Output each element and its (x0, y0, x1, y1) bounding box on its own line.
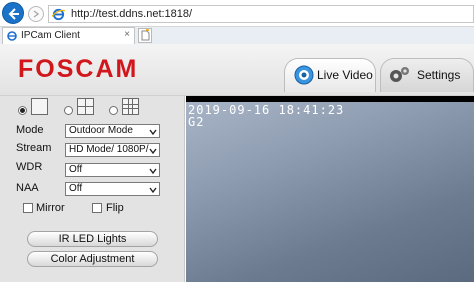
stream-label: Stream (16, 142, 52, 154)
mirror-checkbox[interactable] (23, 203, 33, 213)
arrow-left-icon (8, 8, 19, 20)
wdr-value: Off (69, 164, 83, 175)
new-tab-icon (141, 29, 150, 41)
stream-value: HD Mode/ 1080P/ 1 (69, 144, 149, 155)
settings-label: Settings (417, 68, 461, 82)
internet-explorer-icon (52, 8, 65, 21)
single-view-icon (31, 98, 48, 115)
naa-label: NAA (16, 182, 39, 194)
chevron-down-icon (149, 129, 157, 136)
color-adjustment-button[interactable]: Color Adjustment (27, 251, 158, 267)
live-video-label: Live Video (317, 68, 373, 82)
ir-led-lights-label: IR LED Lights (58, 233, 127, 245)
osd-timestamp: 2019-09-16 18:41:23 (188, 103, 345, 117)
chevron-down-icon (149, 168, 157, 175)
flip-label: Flip (106, 202, 124, 214)
gears-icon (390, 67, 409, 82)
wdr-select[interactable]: Off (65, 163, 160, 177)
stream-select[interactable]: HD Mode/ 1080P/ 1 (65, 143, 160, 157)
ir-led-lights-button[interactable]: IR LED Lights (27, 231, 158, 247)
tab-title: IPCam Client (21, 30, 80, 41)
quad-view-icon (77, 98, 94, 115)
layout-quad-radio[interactable] (64, 106, 73, 115)
forward-button[interactable] (28, 6, 44, 22)
back-button[interactable] (2, 2, 24, 24)
tab-strip: IPCam Client × (0, 26, 474, 45)
mode-label: Mode (16, 124, 44, 136)
url-field[interactable]: http://test.ddns.net:1818/ (48, 5, 474, 23)
wdr-label: WDR (16, 161, 43, 173)
video-border (186, 96, 474, 102)
mirror-label: Mirror (36, 202, 65, 214)
tab-settings[interactable]: Settings (380, 58, 474, 92)
mode-value: Outdoor Mode (69, 125, 133, 136)
new-tab-button[interactable] (138, 28, 152, 43)
flip-checkbox[interactable] (92, 203, 102, 213)
control-panel: Mode Outdoor Mode Stream HD Mode/ 1080P/… (0, 96, 185, 282)
foscam-logo: FOSCAM (18, 55, 139, 83)
nine-view-icon (122, 98, 139, 115)
mode-select[interactable]: Outdoor Mode (65, 124, 160, 138)
arrow-right-icon (33, 10, 40, 18)
chevron-down-icon (149, 148, 157, 155)
camera-icon (294, 65, 314, 85)
naa-select[interactable]: Off (65, 182, 160, 196)
url-text: http://test.ddns.net:1818/ (71, 8, 193, 20)
chevron-down-icon (149, 187, 157, 194)
app-header: FOSCAM Live Video Settings (0, 44, 474, 96)
live-video-feed[interactable]: 2019-09-16 18:41:23 G2 (186, 96, 474, 282)
tab-live-video[interactable]: Live Video (284, 58, 376, 92)
address-bar: http://test.ddns.net:1818/ (0, 0, 474, 26)
close-tab-icon[interactable]: × (124, 29, 130, 40)
naa-value: Off (69, 183, 83, 194)
color-adjustment-label: Color Adjustment (50, 253, 135, 265)
layout-nine-radio[interactable] (109, 106, 118, 115)
page-icon (7, 31, 17, 41)
osd-camera-name: G2 (188, 115, 205, 129)
browser-tab[interactable]: IPCam Client × (2, 27, 135, 45)
layout-single-radio[interactable] (18, 106, 27, 115)
